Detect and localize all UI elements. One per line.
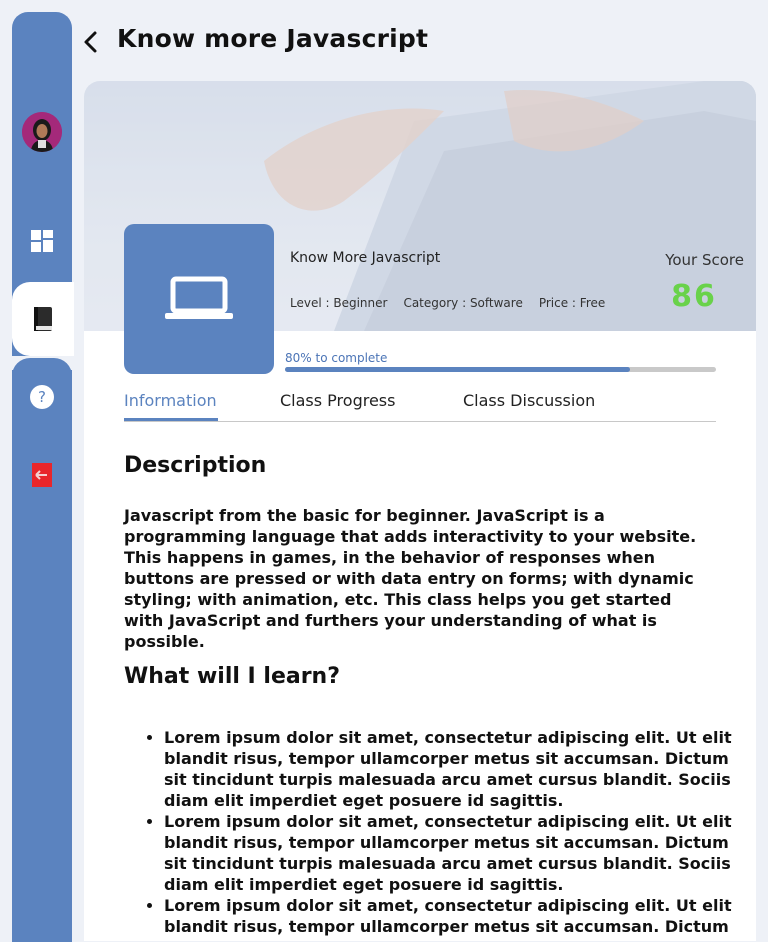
progress-fill	[285, 367, 630, 372]
learn-heading: What will I learn?	[124, 664, 340, 689]
tab-information[interactable]: Information	[124, 391, 217, 410]
sidebar-item-courses[interactable]	[12, 282, 74, 356]
course-category: Category : Software	[403, 296, 523, 310]
sidebar-item-dashboard[interactable]	[12, 211, 72, 271]
tab-active-indicator	[124, 418, 218, 421]
sidebar: ?	[12, 12, 74, 942]
description-heading: Description	[124, 453, 267, 478]
course-thumbnail	[124, 224, 274, 374]
list-item: Lorem ipsum dolor sit amet, consectetur …	[164, 895, 756, 941]
list-item: Lorem ipsum dolor sit amet, consectetur …	[164, 727, 756, 811]
help-question-icon: ?	[30, 385, 54, 409]
progress-label: 80% to complete	[285, 351, 388, 365]
course-name: Know More Javascript	[290, 250, 441, 266]
tab-class-discussion[interactable]: Class Discussion	[463, 391, 595, 410]
svg-text:?: ?	[38, 388, 46, 406]
tab-bar: Information Class Progress Class Discuss…	[124, 391, 716, 422]
course-level: Level : Beginner	[290, 296, 388, 310]
user-avatar-icon	[22, 112, 62, 152]
course-price: Price : Free	[538, 296, 606, 310]
learn-list: Lorem ipsum dolor sit amet, consectetur …	[124, 727, 756, 941]
sidebar-item-help[interactable]: ?	[12, 367, 72, 427]
laptop-icon	[165, 276, 233, 319]
back-button[interactable]	[78, 28, 102, 56]
description-text: Javascript from the basic for beginner. …	[124, 506, 697, 651]
chevron-left-icon	[84, 31, 97, 53]
course-card: Know More Javascript Level : Beginner Ca…	[84, 81, 756, 941]
logout-icon	[32, 463, 52, 487]
dashboard-grid-icon	[31, 230, 53, 252]
score-value: 86	[671, 279, 717, 314]
page-title: Know more Javascript	[117, 24, 429, 53]
book-icon	[34, 307, 52, 331]
course-meta: Level : Beginner Category : Software Pri…	[290, 296, 605, 310]
tab-class-progress[interactable]: Class Progress	[280, 391, 395, 410]
sidebar-item-logout[interactable]	[12, 445, 72, 505]
avatar[interactable]	[22, 112, 62, 152]
score-label: Your Score	[665, 251, 744, 269]
list-item: Lorem ipsum dolor sit amet, consectetur …	[164, 811, 756, 895]
progress-bar	[285, 367, 716, 372]
